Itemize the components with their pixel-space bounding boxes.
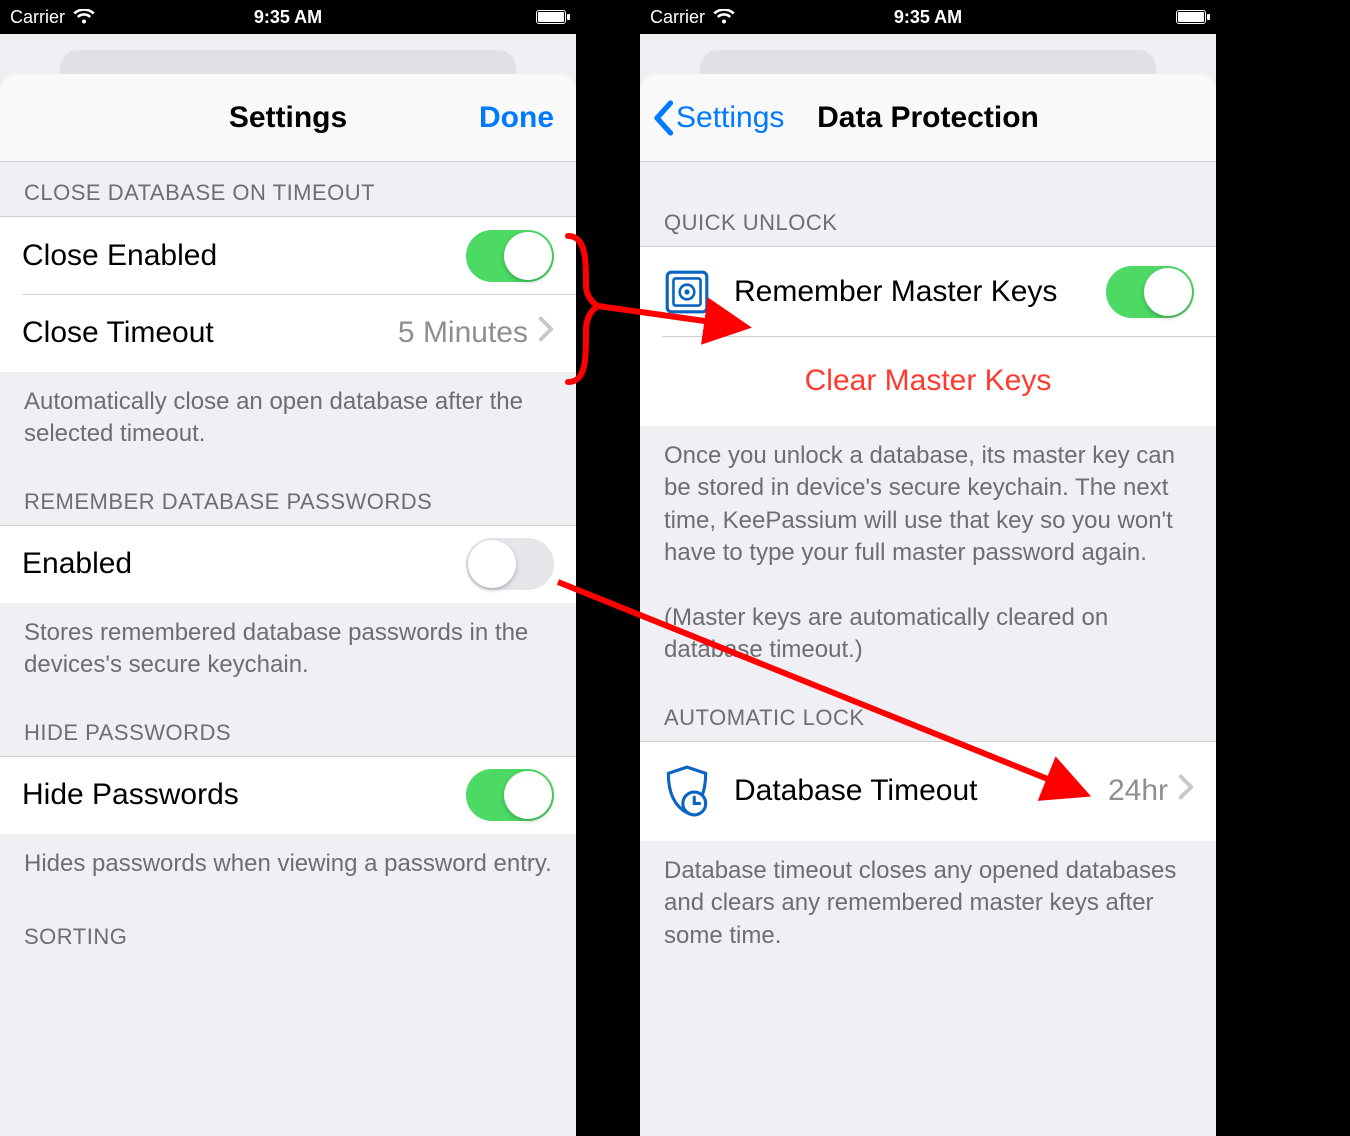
shield-clock-icon: [662, 764, 712, 818]
chevron-right-icon: [538, 316, 554, 350]
back-label: Settings: [676, 101, 784, 135]
carrier-label: Carrier: [10, 7, 65, 28]
section-header-sorting: Sorting: [0, 888, 576, 950]
clock: 9:35 AM: [835, 7, 1020, 28]
section-footer: Automatically close an open database aft…: [0, 372, 576, 459]
section-header-hide: Hide passwords: [0, 690, 576, 756]
section-footer: Hides passwords when viewing a password …: [0, 834, 576, 888]
row-label: Remember Master Keys: [734, 275, 1106, 309]
page-title: Settings: [229, 74, 347, 162]
row-clear-master-keys[interactable]: Clear Master Keys: [640, 336, 1216, 426]
data-protection-content: Quick unlock Remember Master Keys Clear …: [640, 162, 1216, 1136]
section-header-auto-lock: Automatic lock: [640, 675, 1216, 741]
toggle-remember-enabled[interactable]: [466, 538, 554, 590]
status-bar: Carrier 9:35 AM: [640, 0, 1216, 34]
row-label: Database Timeout: [734, 774, 1108, 808]
chevron-right-icon: [1178, 774, 1194, 808]
battery-icon: [536, 10, 566, 24]
chevron-left-icon: [652, 100, 674, 136]
row-label: Hide Passwords: [22, 778, 466, 812]
carrier-label: Carrier: [650, 7, 705, 28]
safe-icon: [662, 267, 712, 317]
wifi-icon: [73, 9, 95, 25]
status-bar: Carrier 9:35 AM: [0, 0, 576, 34]
section-header-quick-unlock: Quick unlock: [640, 162, 1216, 246]
section-footer: Stores remembered database passwords in …: [0, 603, 576, 690]
row-database-timeout[interactable]: Database Timeout 24hr: [640, 741, 1216, 841]
row-remember-enabled[interactable]: Enabled: [0, 525, 576, 603]
phone-right: Carrier 9:35 AM Settings Data Protection…: [640, 0, 1216, 1136]
phone-left: Carrier 9:35 AM Settings Done Close data…: [0, 0, 576, 1136]
row-label: Clear Master Keys: [805, 364, 1052, 398]
nav-bar: Settings Data Protection: [640, 74, 1216, 162]
battery-icon: [1176, 10, 1206, 24]
row-close-enabled[interactable]: Close Enabled: [0, 216, 576, 294]
row-remember-master-keys[interactable]: Remember Master Keys: [640, 246, 1216, 336]
wifi-icon: [713, 9, 735, 25]
toggle-remember-master-keys[interactable]: [1106, 266, 1194, 318]
row-value: 5 Minutes: [398, 316, 528, 350]
done-button[interactable]: Done: [479, 74, 554, 162]
footer-text-1: Once you unlock a database, its master k…: [664, 442, 1175, 566]
row-label: Close Enabled: [22, 239, 466, 273]
row-label: Enabled: [22, 547, 466, 581]
row-value: 24hr: [1108, 774, 1168, 808]
page-title: Data Protection: [817, 74, 1039, 162]
row-hide-passwords[interactable]: Hide Passwords: [0, 756, 576, 834]
section-header-remember: Remember database passwords: [0, 459, 576, 525]
row-close-timeout[interactable]: Close Timeout 5 Minutes: [0, 294, 576, 372]
section-header-close-db: Close database on timeout: [0, 162, 576, 216]
clock: 9:35 AM: [195, 7, 380, 28]
footer-text-2: (Master keys are automatically cleared o…: [664, 604, 1108, 663]
section-footer: Database timeout closes any opened datab…: [640, 841, 1216, 960]
nav-bar: Settings Done: [0, 74, 576, 162]
settings-content: Close database on timeout Close Enabled …: [0, 162, 576, 1136]
toggle-close-enabled[interactable]: [466, 230, 554, 282]
toggle-hide-passwords[interactable]: [466, 769, 554, 821]
back-button[interactable]: Settings: [652, 74, 784, 162]
row-label: Close Timeout: [22, 316, 398, 350]
section-footer: Once you unlock a database, its master k…: [640, 426, 1216, 675]
